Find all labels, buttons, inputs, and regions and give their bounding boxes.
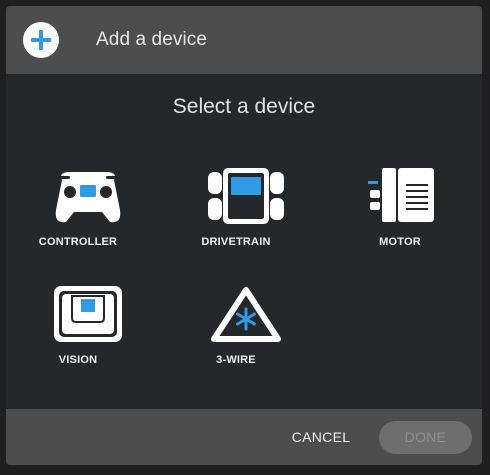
done-button[interactable]: DONE	[379, 421, 472, 454]
drivetrain-icon	[206, 166, 286, 230]
dialog-footer: CANCEL DONE	[6, 409, 482, 465]
device-motor[interactable]: MOTOR	[324, 166, 464, 276]
device-drivetrain[interactable]: DRIVETRAIN	[166, 166, 306, 276]
vision-sensor-icon	[48, 284, 128, 348]
plus-icon	[23, 22, 59, 58]
three-wire-icon	[206, 284, 286, 348]
device-vision[interactable]: VISION	[8, 284, 148, 394]
add-device-dialog: Add a device Select a device CONTROLLER	[6, 6, 482, 465]
motor-icon	[364, 166, 444, 230]
cancel-button[interactable]: CANCEL	[276, 421, 366, 453]
select-device-heading: Select a device	[172, 95, 316, 118]
device-controller[interactable]: CONTROLLER	[8, 166, 148, 276]
dialog-title: Add a device	[96, 29, 208, 50]
device-label: MOTOR	[379, 236, 421, 248]
device-label: CONTROLLER	[38, 236, 118, 248]
device-label: DRIVETRAIN	[201, 236, 271, 248]
device-3-wire[interactable]: 3-WIRE	[166, 284, 306, 394]
controller-icon	[48, 166, 128, 230]
device-label: 3-WIRE	[216, 354, 256, 366]
dialog-header: Add a device	[6, 6, 482, 74]
device-label: VISION	[58, 354, 98, 366]
